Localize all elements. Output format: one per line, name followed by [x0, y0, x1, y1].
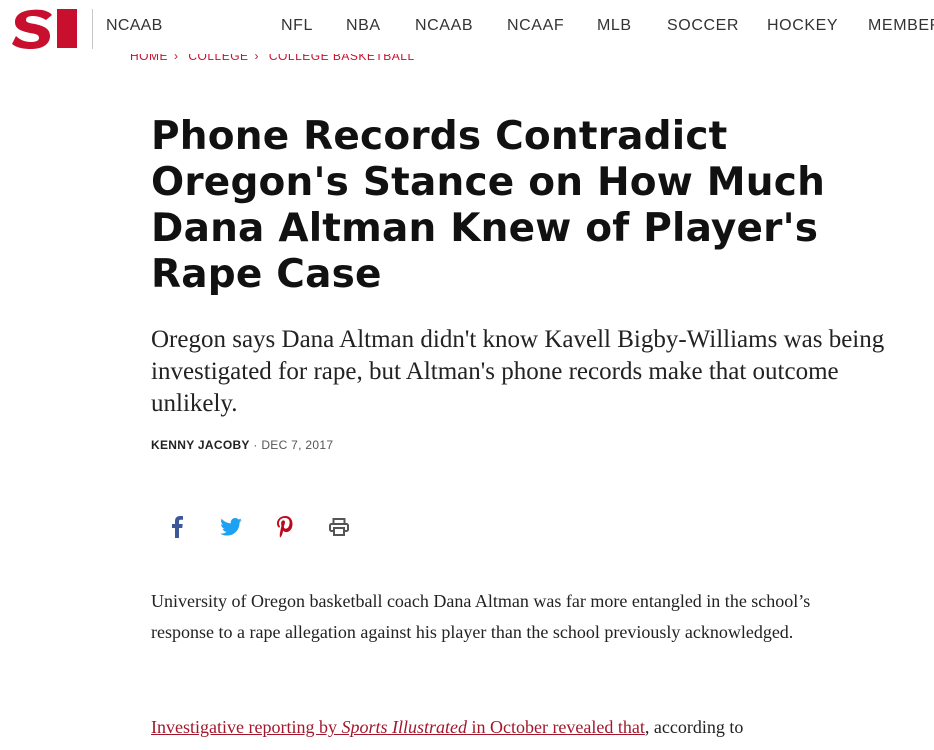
main-nav: NFL NBA NCAAB NCAAF MLB SOCCER HOCKEY ME…: [0, 17, 934, 37]
article-dek: Oregon says Dana Altman didn't know Kave…: [151, 326, 885, 417]
link-text-italic: Sports Illustrated: [341, 717, 467, 737]
pinterest-icon: [277, 516, 293, 538]
article-headline: Phone Records Contradict Oregon's Stance…: [151, 114, 826, 297]
nav-item-mlb[interactable]: MLB: [597, 17, 632, 35]
link-text: in October revealed that: [466, 717, 645, 737]
top-navigation-bar: NCAAB NFL NBA NCAAB NCAAF MLB SOCCER HOC…: [0, 0, 934, 54]
article-paragraph: University of Oregon basketball coach Da…: [151, 591, 811, 642]
facebook-icon: [172, 516, 183, 538]
twitter-icon: [220, 518, 242, 536]
print-icon: [329, 518, 349, 536]
nav-item-ncaab[interactable]: NCAAB: [415, 17, 473, 35]
investigative-reporting-link[interactable]: Investigative reporting by Sports Illust…: [151, 717, 645, 737]
nav-item-hockey[interactable]: HOCKEY: [767, 17, 838, 35]
twitter-share-button[interactable]: [217, 513, 245, 541]
pinterest-share-button[interactable]: [271, 513, 299, 541]
nav-item-soccer[interactable]: SOCCER: [667, 17, 739, 35]
link-text: Investigative reporting by: [151, 717, 342, 737]
nav-item-nfl[interactable]: NFL: [281, 17, 313, 35]
nav-item-member[interactable]: MEMBER: [868, 17, 934, 35]
article-paragraph: Investigative reporting by Sports Illust…: [151, 712, 871, 743]
byline-separator: ·: [249, 438, 262, 452]
print-button[interactable]: [325, 513, 353, 541]
nav-item-nba[interactable]: NBA: [346, 17, 381, 35]
author-name[interactable]: KENNY JACOBY: [151, 438, 250, 452]
nav-item-ncaaf[interactable]: NCAAF: [507, 17, 564, 35]
byline: KENNY JACOBY · DEC 7, 2017: [151, 438, 333, 452]
facebook-share-button[interactable]: [163, 513, 191, 541]
publish-date: DEC 7, 2017: [261, 438, 334, 452]
paragraph-text: , according to: [644, 717, 744, 737]
